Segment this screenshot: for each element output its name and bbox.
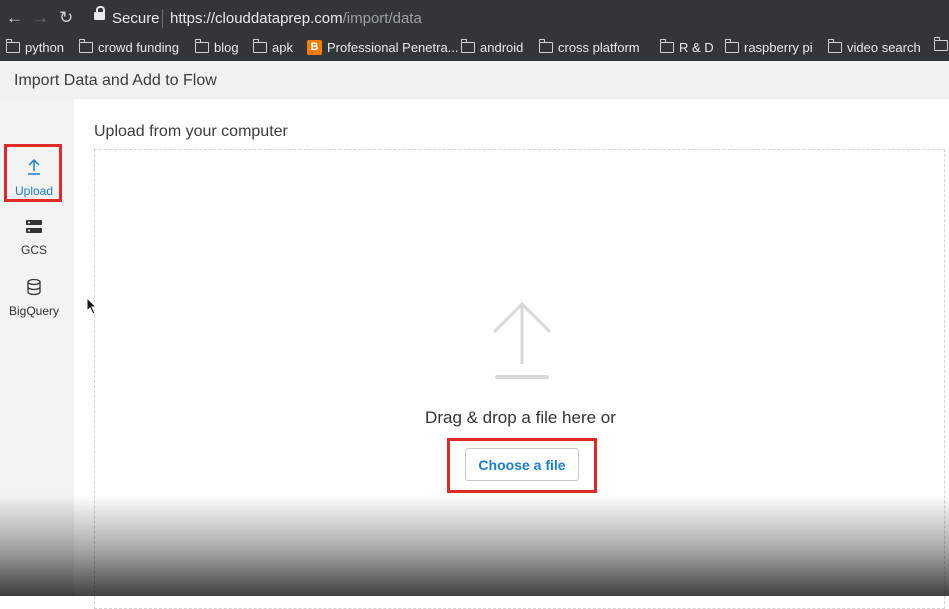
bookmark-label: blog (214, 40, 239, 55)
highlight-box (447, 438, 597, 493)
bookmark-label: crowd funding (98, 40, 179, 55)
reload-icon[interactable]: ↻ (59, 8, 73, 28)
url-field[interactable]: https://clouddataprep.com/import/data (170, 10, 422, 27)
sidebar-item-label: BigQuery (8, 304, 60, 318)
bookmark-overflow[interactable] (933, 37, 949, 51)
bookmark-item[interactable]: raspberry pi (724, 39, 813, 55)
folder-icon (460, 39, 475, 53)
bookmark-item[interactable]: cross platform (538, 39, 640, 55)
bookmarks-bar: python crowd funding blog apk B Professio… (0, 36, 949, 61)
bookmark-item[interactable]: python (5, 39, 65, 55)
bookmark-label: apk (272, 40, 293, 55)
bookmark-item[interactable]: video search (827, 39, 921, 55)
folder-icon (724, 39, 739, 53)
server-icon (26, 220, 42, 233)
app-header: Import Data and Add to Flow (0, 61, 949, 100)
upload-large-icon (492, 301, 552, 379)
mouse-cursor-icon (86, 297, 98, 315)
highlight-box (4, 144, 62, 202)
bookmark-item[interactable]: B Professional Penetra... (307, 40, 459, 55)
bookmark-item[interactable]: crowd funding (78, 39, 179, 55)
folder-icon (5, 39, 20, 53)
folder-icon (827, 39, 842, 53)
folder-icon (659, 39, 674, 53)
browser-address-bar: ← → ↻ Secure https://clouddataprep.com/i… (0, 0, 949, 36)
bookmark-item[interactable]: apk (252, 39, 293, 55)
bookmark-item[interactable]: R & D (659, 39, 714, 55)
bottom-shadow-overlay (0, 495, 949, 596)
folder-icon (538, 39, 553, 53)
folder-icon (252, 39, 267, 53)
forward-arrow-icon[interactable]: → (32, 8, 49, 28)
security-label[interactable]: Secure (112, 10, 160, 27)
blogger-icon: B (307, 40, 322, 55)
bookmark-item[interactable]: android (460, 39, 524, 55)
folder-icon (933, 37, 948, 51)
bookmark-label: python (25, 40, 65, 55)
page-title: Import Data and Add to Flow (14, 72, 217, 89)
bookmark-label: video search (847, 40, 921, 55)
drag-drop-text-wrap: Drag & drop a file here or (0, 408, 949, 428)
back-arrow-icon[interactable]: ← (6, 8, 23, 28)
sidebar-item-gcs[interactable]: GCS (0, 219, 68, 257)
drag-drop-text: Drag & drop a file here or (425, 408, 616, 427)
upload-section-title: Upload from your computer (94, 123, 288, 140)
bookmark-label: raspberry pi (744, 40, 813, 55)
url-path: /import/data (342, 10, 422, 27)
bookmark-label: R & D (679, 40, 714, 55)
bookmark-label: Professional Penetra... (327, 40, 459, 55)
sidebar-item-bigquery[interactable]: BigQuery (0, 278, 68, 318)
bookmark-label: android (480, 40, 524, 55)
folder-icon (78, 39, 93, 53)
lock-icon (94, 6, 105, 21)
bookmark-item[interactable]: blog (194, 39, 239, 55)
folder-icon (194, 39, 209, 53)
divider (162, 9, 163, 28)
database-icon (27, 278, 41, 296)
sidebar-item-label: GCS (20, 243, 47, 257)
bookmark-label: cross platform (558, 40, 640, 55)
url-prefix: https://clouddataprep.com (170, 10, 343, 27)
